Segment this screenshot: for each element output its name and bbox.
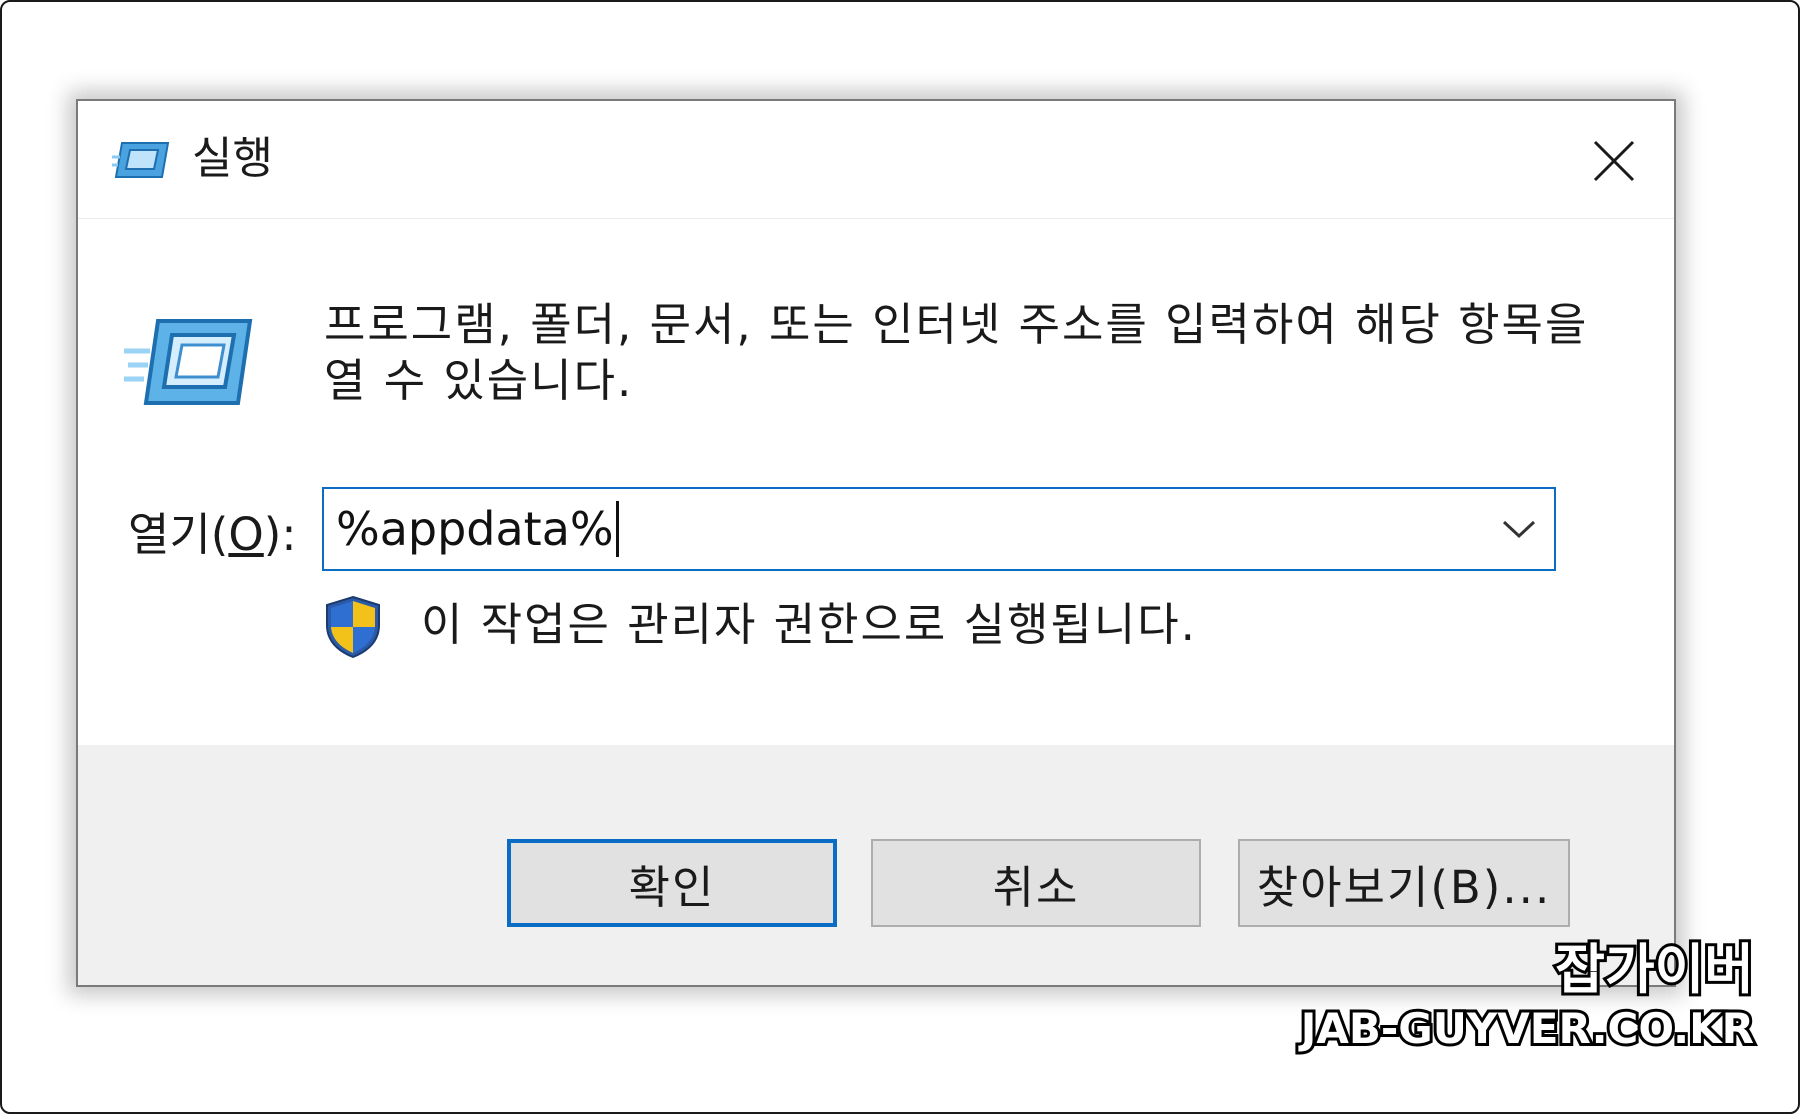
chevron-down-icon [1502, 520, 1536, 539]
open-label-accesskey: O [228, 508, 264, 561]
open-label-prefix: 열기( [128, 508, 229, 561]
open-combobox[interactable]: %appdata% [322, 487, 1556, 571]
open-input[interactable]: %appdata% [336, 489, 614, 569]
uac-shield-icon [326, 595, 380, 659]
watermark-domain: JAB-GUYVER.CO.KR [1298, 1001, 1757, 1056]
ok-button[interactable]: 확인 [507, 839, 837, 927]
admin-note: 이 작업은 관리자 권한으로 실행됩니다. [421, 598, 1197, 651]
run-icon [112, 142, 170, 178]
dropdown-button[interactable] [1484, 489, 1554, 569]
close-button[interactable] [1576, 123, 1652, 199]
run-icon [124, 319, 253, 405]
open-label-suffix: ): [263, 508, 297, 561]
watermark-korean: 잡가이버 [1552, 935, 1757, 1004]
close-icon [1593, 140, 1635, 182]
browse-button[interactable]: 찾아보기(B)... [1238, 839, 1570, 927]
watermark: 잡가이버 JAB-GUYVER.CO.KR [1298, 935, 1757, 1056]
text-caret [616, 501, 619, 557]
screenshot-frame: 실행 프로그램, 폴더, 문서, 또는 인터넷 주소를 입력하여 해당 항목을 … [0, 0, 1800, 1114]
run-dialog: 실행 프로그램, 폴더, 문서, 또는 인터넷 주소를 입력하여 해당 항목을 … [76, 99, 1676, 987]
open-label: 열기(O): [128, 505, 297, 565]
title-bar: 실행 [78, 101, 1674, 219]
cancel-button[interactable]: 취소 [871, 839, 1201, 927]
dialog-title: 실행 [192, 133, 273, 184]
dialog-description: 프로그램, 폴더, 문서, 또는 인터넷 주소를 입력하여 해당 항목을 열 수… [324, 298, 1589, 407]
